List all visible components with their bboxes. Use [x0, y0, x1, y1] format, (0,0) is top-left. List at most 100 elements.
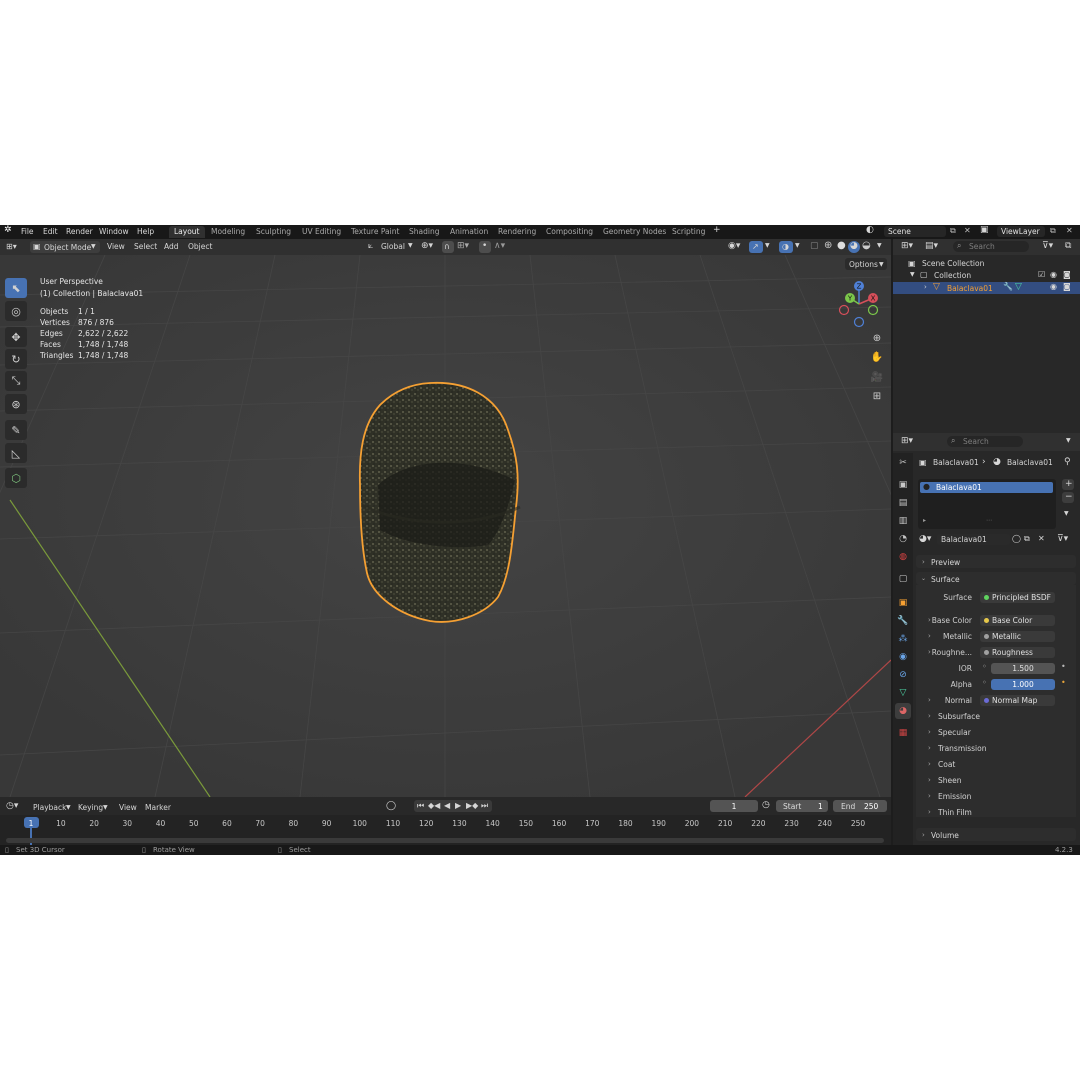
- tab-compositing[interactable]: Compositing: [541, 226, 598, 238]
- specular-subpanel[interactable]: Specular: [938, 728, 971, 737]
- rendered-shading-icon[interactable]: ◒: [862, 240, 871, 251]
- chevron-right-icon[interactable]: ›: [928, 632, 931, 640]
- 3d-viewport[interactable]: ⬉ ◎ ✥ ↻ ⤡ ⊛ ✎ ◺ ⬡ User Perspective (1) C…: [0, 255, 891, 797]
- coat-subpanel[interactable]: Coat: [938, 760, 955, 769]
- mode-selector[interactable]: ▣ Object Mode ▼: [30, 241, 100, 253]
- play-icon[interactable]: ▶: [455, 801, 461, 810]
- texture-tab-icon[interactable]: ▦: [897, 727, 909, 739]
- metallic-field[interactable]: Metallic: [980, 631, 1055, 642]
- resize-handle-icon[interactable]: ⋯: [986, 517, 992, 524]
- add-material-slot-button[interactable]: +: [1062, 479, 1074, 490]
- measure-tool[interactable]: ◺: [5, 443, 27, 463]
- chevron-down-icon[interactable]: ▼: [408, 242, 413, 249]
- tab-scripting[interactable]: Scripting: [667, 226, 710, 238]
- normal-field[interactable]: Normal Map: [980, 695, 1055, 706]
- end-frame-field[interactable]: End 250: [833, 800, 887, 812]
- emission-subpanel[interactable]: Emission: [938, 792, 971, 801]
- timeline-menu-playback[interactable]: Playback: [33, 803, 66, 812]
- chevron-right-icon[interactable]: ›: [928, 712, 931, 720]
- physics-tab-icon[interactable]: ◉: [897, 651, 909, 663]
- timeline-editor-icon[interactable]: ◷▾: [6, 801, 18, 811]
- material-slot-row[interactable]: ● Balaclava01: [920, 482, 1053, 493]
- tab-shading[interactable]: Shading: [404, 226, 444, 238]
- chevron-right-icon[interactable]: ›: [928, 744, 931, 752]
- filter-icon[interactable]: ⊽▾: [1057, 534, 1068, 544]
- menu-window[interactable]: Window: [99, 227, 129, 236]
- scene-selector[interactable]: Scene: [884, 226, 946, 237]
- viewport-menu-select[interactable]: Select: [134, 242, 157, 251]
- pan-view-icon[interactable]: ✋: [868, 350, 886, 366]
- subsurface-subpanel[interactable]: Subsurface: [938, 712, 980, 721]
- prev-keyframe-icon[interactable]: ◆◀: [428, 801, 440, 810]
- current-frame-field[interactable]: 1: [710, 800, 758, 812]
- sheen-subpanel[interactable]: Sheen: [938, 776, 962, 785]
- falloff-icon[interactable]: ∧▾: [494, 241, 505, 251]
- tab-geometry-nodes[interactable]: Geometry Nodes: [598, 226, 671, 238]
- transmission-subpanel[interactable]: Transmission: [938, 744, 986, 753]
- duplicate-view-layer-icon[interactable]: ⧉: [1050, 226, 1056, 236]
- scene-tab-icon[interactable]: ◔: [897, 533, 909, 545]
- orientation-label[interactable]: Global: [381, 242, 405, 251]
- perspective-toggle-icon[interactable]: ⊞: [868, 389, 886, 405]
- object-tab-icon[interactable]: ▣: [897, 597, 909, 609]
- pin-icon[interactable]: ⚲: [1064, 457, 1071, 467]
- expand-icon[interactable]: ▸: [923, 517, 926, 524]
- stopwatch-icon[interactable]: ◷: [762, 800, 770, 810]
- tab-texture-paint[interactable]: Texture Paint: [346, 226, 404, 238]
- duplicate-icon[interactable]: ⧉: [1024, 534, 1030, 544]
- visibility-icon[interactable]: ◉▾: [728, 241, 740, 251]
- chevron-down-icon[interactable]: ▼: [1064, 510, 1069, 517]
- chevron-right-icon[interactable]: ›: [928, 808, 931, 816]
- zoom-view-icon[interactable]: ⊕: [868, 331, 886, 347]
- viewport-menu-add[interactable]: Add: [164, 242, 179, 251]
- data-tab-icon[interactable]: ▽: [897, 687, 909, 699]
- camera-view-icon[interactable]: 🎥: [868, 370, 886, 386]
- new-collection-icon[interactable]: ⧉: [1065, 241, 1071, 251]
- eye-icon[interactable]: ◉: [1050, 282, 1057, 291]
- viewport-menu-object[interactable]: Object: [188, 242, 212, 251]
- render-tab-icon[interactable]: ▣: [897, 479, 909, 491]
- timeline-scrollbar[interactable]: [6, 838, 884, 843]
- tab-uv-editing[interactable]: UV Editing: [297, 226, 346, 238]
- menu-file[interactable]: File: [21, 227, 34, 236]
- transform-tool[interactable]: ⊛: [5, 394, 27, 414]
- outliner-object-row[interactable]: › ▽ Balaclava01 🔧 ▽ ◉ ◙: [893, 282, 1080, 294]
- constraints-tab-icon[interactable]: ⊘: [897, 669, 909, 681]
- snap-toggle[interactable]: ∩: [442, 241, 454, 253]
- navigation-gizmo[interactable]: Z X Y: [836, 279, 886, 329]
- camera-icon[interactable]: ◙: [1063, 282, 1071, 291]
- chevron-right-icon[interactable]: ›: [924, 283, 927, 291]
- world-tab-icon[interactable]: ◍: [897, 551, 909, 563]
- particles-tab-icon[interactable]: ⁂: [897, 633, 909, 645]
- viewport-menu-view[interactable]: View: [107, 242, 125, 251]
- view-layer-tab-icon[interactable]: ▥: [897, 515, 909, 527]
- auto-keying-icon[interactable]: ◯: [386, 801, 396, 811]
- output-tab-icon[interactable]: ▤: [897, 497, 909, 509]
- options-button[interactable]: Options ▼: [845, 258, 887, 270]
- view-layer-icon[interactable]: ▣: [980, 225, 989, 235]
- tab-sculpting[interactable]: Sculpting: [251, 226, 296, 238]
- select-box-tool[interactable]: ⬉: [5, 278, 27, 298]
- collection-label[interactable]: Collection: [934, 271, 971, 280]
- chevron-right-icon[interactable]: ›: [928, 696, 931, 704]
- chevron-right-icon[interactable]: ›: [928, 616, 931, 624]
- tool-tab-icon[interactable]: ✂: [897, 457, 909, 469]
- outliner-editor-icon[interactable]: ⊞▾: [901, 241, 913, 251]
- tab-layout[interactable]: Layout: [169, 226, 205, 238]
- properties-editor-icon[interactable]: ⊞▾: [901, 436, 913, 446]
- keyframe-dot-icon[interactable]: •: [1061, 662, 1066, 671]
- next-keyframe-icon[interactable]: ▶◆: [466, 801, 478, 810]
- editor-type-icon[interactable]: ⊞▾: [6, 242, 17, 251]
- chevron-down-icon[interactable]: ▼: [795, 242, 800, 249]
- scene-collection-label[interactable]: Scene Collection: [922, 259, 984, 268]
- scale-tool[interactable]: ⤡: [5, 371, 27, 391]
- jump-end-icon[interactable]: ⏭: [481, 801, 488, 811]
- xray-icon[interactable]: ▢: [810, 241, 819, 251]
- menu-render[interactable]: Render: [66, 227, 93, 236]
- display-mode-icon[interactable]: ▤▾: [925, 241, 938, 251]
- collection-tab-icon[interactable]: ▢: [897, 573, 909, 585]
- chevron-down-icon[interactable]: ▼: [1066, 437, 1071, 444]
- pin-icon[interactable]: ⧉: [950, 226, 956, 236]
- thin-film-subpanel[interactable]: Thin Film: [938, 808, 972, 817]
- chevron-down-icon[interactable]: ▼: [66, 804, 71, 811]
